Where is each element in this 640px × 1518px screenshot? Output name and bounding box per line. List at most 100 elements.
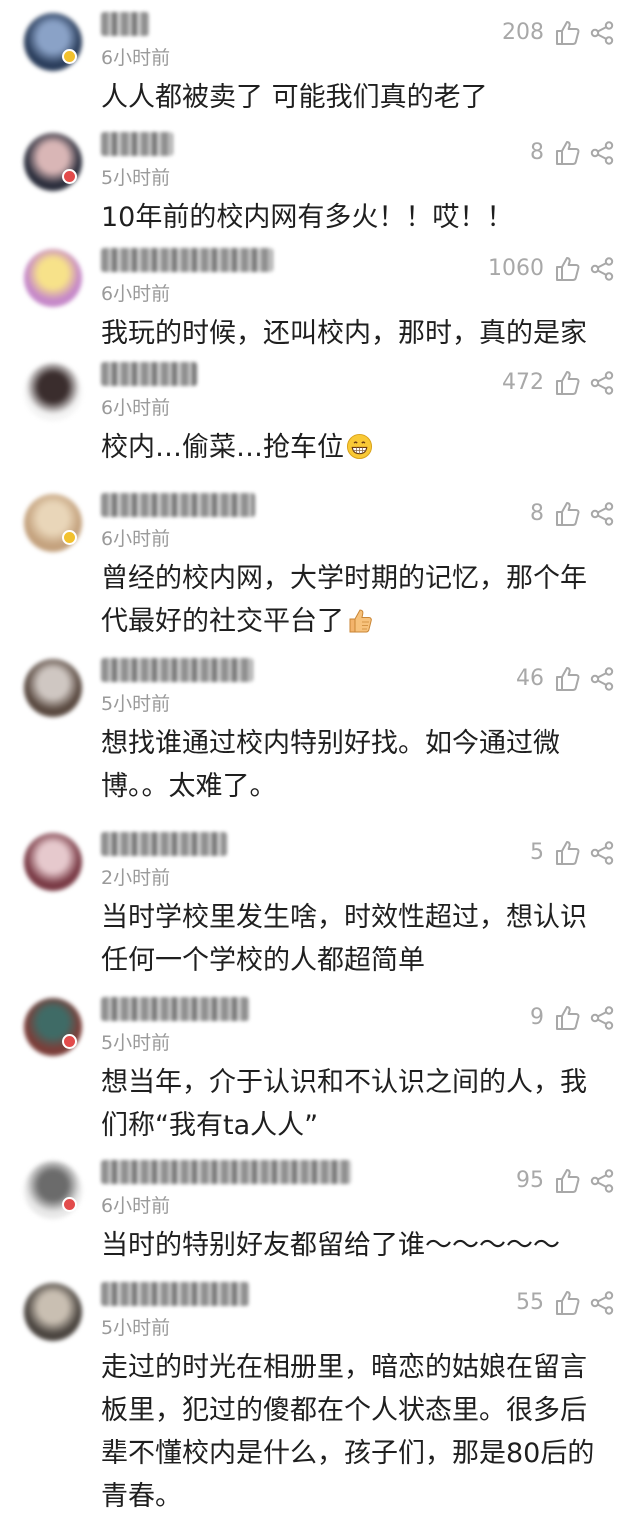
comment-text-line-content: 我玩的时候，还叫校内，那时，真的是家 bbox=[101, 318, 587, 349]
comment-time: 5小时前 bbox=[101, 1032, 171, 1054]
comment-text-line-content: 们称“我有ta人人” bbox=[101, 1110, 319, 1141]
like-count: 208 bbox=[502, 20, 544, 45]
comment-time: 5小时前 bbox=[101, 1317, 171, 1339]
comment-text: 校内…偷菜…抢车位 bbox=[101, 426, 616, 469]
share-icon[interactable] bbox=[589, 370, 615, 396]
comment-text-line: 走过的时光在相册里，暗恋的姑娘在留言 bbox=[101, 1346, 616, 1389]
username-blurred[interactable] bbox=[101, 12, 149, 36]
comment-text-line: 曾经的校内网，大学时期的记忆，那个年 bbox=[101, 557, 616, 600]
comment-time: 6小时前 bbox=[101, 397, 171, 419]
username-blurred[interactable] bbox=[101, 658, 253, 682]
comment-text-line-content: 走过的时光在相册里，暗恋的姑娘在留言 bbox=[101, 1352, 587, 1383]
verified-badge-icon bbox=[62, 530, 77, 545]
comment-text-line: 人人都被卖了 可能我们真的老了 bbox=[101, 76, 616, 119]
username-blurred[interactable] bbox=[101, 1282, 249, 1306]
like-count: 472 bbox=[502, 370, 544, 395]
avatar[interactable] bbox=[24, 1283, 82, 1341]
comment-text-line: 板里，犯过的傻都在个人状态里。很多后 bbox=[101, 1389, 616, 1432]
comment-text-line-content: 辈不懂校内是什么，孩子们，那是80后的 bbox=[101, 1438, 595, 1469]
comment-text-line-content: 想找谁通过校内特别好找。如今通过微 bbox=[101, 728, 560, 759]
thumbs-up-icon[interactable] bbox=[552, 254, 582, 284]
username-blurred[interactable] bbox=[101, 248, 273, 272]
comment-text-line: 博。。太难了。 bbox=[101, 765, 616, 808]
thumbs-up-emoji-icon bbox=[349, 609, 372, 633]
comment-text-line-content: 板里，犯过的傻都在个人状态里。很多后 bbox=[101, 1395, 587, 1426]
grin-emoji-icon bbox=[346, 433, 373, 460]
comment-text-line: 想当年，介于认识和不认识之间的人，我 bbox=[101, 1061, 616, 1104]
like-count: 1060 bbox=[488, 256, 544, 281]
like-count: 46 bbox=[516, 666, 544, 691]
thumbs-up-icon[interactable] bbox=[552, 138, 582, 168]
share-icon[interactable] bbox=[589, 666, 615, 692]
verified-badge-icon bbox=[62, 1197, 77, 1212]
comment-text-line: 当时学校里发生啥，时效性超过，想认识 bbox=[101, 896, 616, 939]
comment-time: 6小时前 bbox=[101, 528, 171, 550]
comment-text-line-content: 博。。太难了。 bbox=[101, 771, 277, 802]
like-count: 95 bbox=[516, 1168, 544, 1193]
thumbs-up-icon[interactable] bbox=[552, 838, 582, 868]
username-blurred[interactable] bbox=[101, 362, 197, 386]
comment-text: 10年前的校内网有多火！！哎！！ bbox=[101, 196, 616, 239]
avatar[interactable] bbox=[24, 249, 82, 307]
comment-time: 5小时前 bbox=[101, 167, 171, 189]
username-blurred[interactable] bbox=[101, 132, 173, 156]
share-icon[interactable] bbox=[589, 140, 615, 166]
thumbs-up-icon[interactable] bbox=[552, 499, 582, 529]
like-count: 8 bbox=[530, 140, 544, 165]
comment-text: 人人都被卖了 可能我们真的老了 bbox=[101, 76, 616, 119]
share-icon[interactable] bbox=[589, 20, 615, 46]
share-icon[interactable] bbox=[589, 1005, 615, 1031]
comment-text-line-content: 当时学校里发生啥，时效性超过，想认识 bbox=[101, 902, 587, 933]
share-icon[interactable] bbox=[589, 1168, 615, 1194]
verified-badge-icon bbox=[62, 169, 77, 184]
comment-text-line: 当时的特别好友都留给了谁～～～～～ bbox=[101, 1224, 616, 1267]
like-count: 8 bbox=[530, 501, 544, 526]
comment-text-line: 青春。 bbox=[101, 1475, 616, 1518]
comment-time: 6小时前 bbox=[101, 1195, 171, 1217]
share-icon[interactable] bbox=[589, 501, 615, 527]
share-icon[interactable] bbox=[589, 1290, 615, 1316]
verified-badge-icon bbox=[62, 49, 77, 64]
comment-text: 曾经的校内网，大学时期的记忆，那个年 代最好的社交平台了 bbox=[101, 557, 616, 643]
comment-text-line: 们称“我有ta人人” bbox=[101, 1104, 616, 1147]
username-blurred[interactable] bbox=[101, 832, 227, 856]
comment-text: 想找谁通过校内特别好找。如今通过微 博。。太难了。 bbox=[101, 722, 616, 808]
like-count: 55 bbox=[516, 1290, 544, 1315]
comment-text-line-content: 想当年，介于认识和不认识之间的人，我 bbox=[101, 1067, 587, 1098]
comment-text-line-content: 当时的特别好友都留给了谁～～～～～ bbox=[101, 1230, 560, 1261]
comment-time: 6小时前 bbox=[101, 47, 171, 69]
comment-text: 当时的特别好友都留给了谁～～～～～ bbox=[101, 1224, 616, 1267]
share-icon[interactable] bbox=[589, 256, 615, 282]
comment-text: 想当年，介于认识和不认识之间的人，我 们称“我有ta人人” bbox=[101, 1061, 616, 1147]
comment-text-line: 想找谁通过校内特别好找。如今通过微 bbox=[101, 722, 616, 765]
comment-text-line-content: 10年前的校内网有多火！！哎！！ bbox=[101, 202, 514, 233]
comment-text-line-content: 曾经的校内网，大学时期的记忆，那个年 bbox=[101, 563, 587, 594]
avatar[interactable] bbox=[24, 363, 82, 421]
avatar[interactable] bbox=[24, 833, 82, 891]
comment-text-line: 辈不懂校内是什么，孩子们，那是80后的 bbox=[101, 1432, 616, 1475]
like-count: 5 bbox=[530, 840, 544, 865]
username-blurred[interactable] bbox=[101, 1160, 351, 1184]
comment-text-line: 校内…偷菜…抢车位 bbox=[101, 426, 616, 469]
comment-text-line-content: 校内…偷菜…抢车位 bbox=[101, 432, 344, 463]
comment-text-line: 我玩的时候，还叫校内，那时，真的是家 bbox=[101, 312, 616, 355]
thumbs-up-icon[interactable] bbox=[552, 1003, 582, 1033]
verified-badge-icon bbox=[62, 1034, 77, 1049]
comment-text: 我玩的时候，还叫校内，那时，真的是家 bbox=[101, 312, 616, 355]
thumbs-up-icon[interactable] bbox=[552, 18, 582, 48]
comment-text: 走过的时光在相册里，暗恋的姑娘在留言 板里，犯过的傻都在个人状态里。很多后 辈不懂校… bbox=[101, 1346, 616, 1518]
comment-text-line-content: 任何一个学校的人都超简单 bbox=[101, 945, 425, 976]
share-icon[interactable] bbox=[589, 840, 615, 866]
comment-text: 当时学校里发生啥，时效性超过，想认识 任何一个学校的人都超简单 bbox=[101, 896, 616, 982]
like-count: 9 bbox=[530, 1005, 544, 1030]
thumbs-up-icon[interactable] bbox=[552, 1166, 582, 1196]
comment-text-line-content: 代最好的社交平台了 bbox=[101, 606, 344, 637]
username-blurred[interactable] bbox=[101, 493, 255, 517]
avatar[interactable] bbox=[24, 659, 82, 717]
username-blurred[interactable] bbox=[101, 997, 249, 1021]
comment-text-line-content: 人人都被卖了 可能我们真的老了 bbox=[101, 82, 488, 113]
thumbs-up-icon[interactable] bbox=[552, 664, 582, 694]
thumbs-up-icon[interactable] bbox=[552, 1288, 582, 1318]
thumbs-up-icon[interactable] bbox=[552, 368, 582, 398]
comment-time: 2小时前 bbox=[101, 867, 171, 889]
